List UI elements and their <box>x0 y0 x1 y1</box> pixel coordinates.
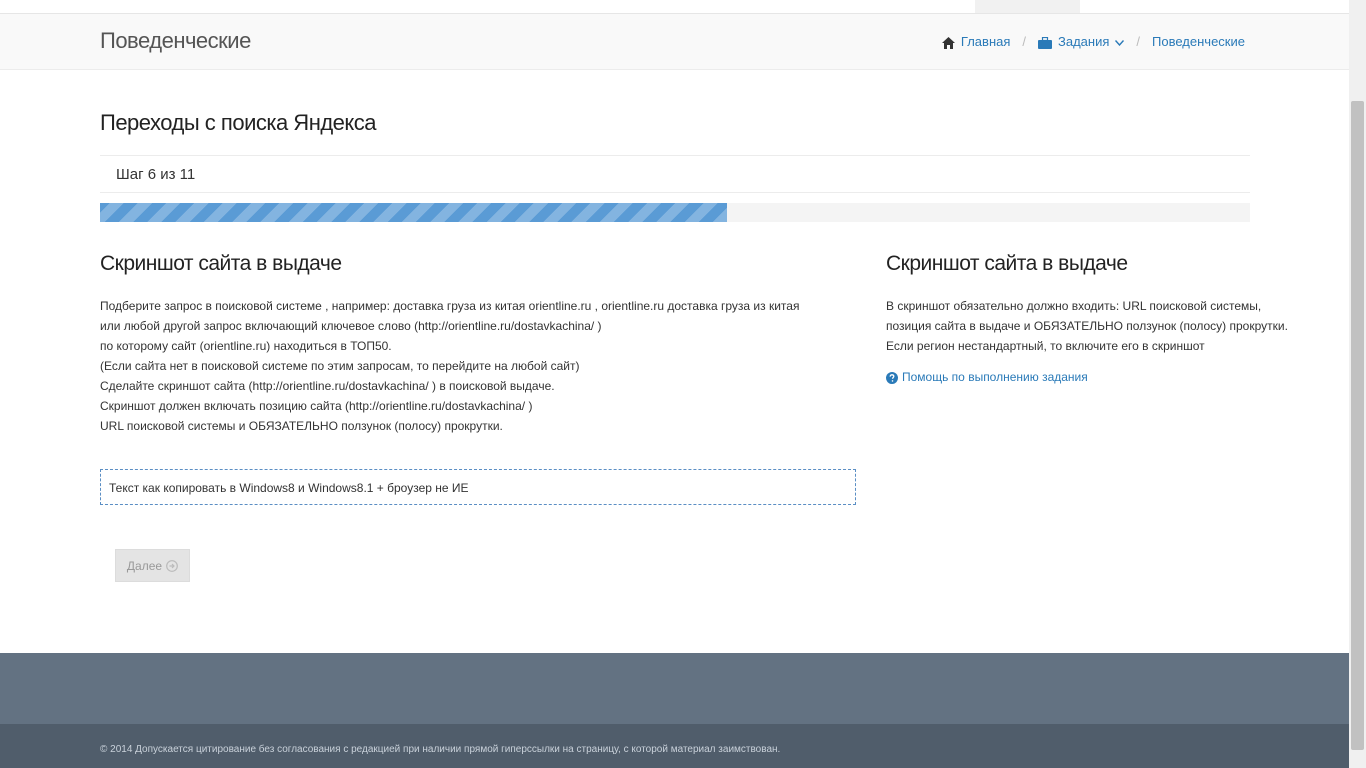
requirement-line: Если регион нестандартный, то включите е… <box>886 339 1205 353</box>
breadcrumb-separator: / <box>1136 34 1141 49</box>
breadcrumb-tasks[interactable]: Задания <box>1058 34 1109 49</box>
page-title: Поведенческие <box>100 28 251 53</box>
task-title: Переходы с поиска Яндекса <box>100 110 377 135</box>
requirement-line: В скриншот обязательно должно входить: U… <box>886 299 1262 313</box>
step-label: Шаг 6 из 11 <box>116 166 196 183</box>
scrollbar-thumb[interactable] <box>1351 101 1364 750</box>
footer-top <box>0 653 1349 724</box>
instruction-line: по которому сайт (orientline.ru) находит… <box>100 339 392 353</box>
instruction-line: (Если сайта нет в поисковой системе по э… <box>100 359 580 373</box>
requirements-text: В скриншот обязательно должно входить: U… <box>886 296 1288 356</box>
page-header: Поведенческие Главная / Задания / Поведе… <box>0 14 1349 70</box>
instruction-line: Сделайте скриншот сайта (http://orientli… <box>100 379 555 393</box>
help-link-label[interactable]: Помощь по выполнению задания <box>902 370 1088 384</box>
footer-bottom: © 2014 Допускается цитирование без согла… <box>0 724 1349 768</box>
instruction-line: Подберите запрос в поисковой системе , н… <box>100 299 800 313</box>
question-circle-icon <box>886 370 898 384</box>
briefcase-icon <box>1038 34 1053 49</box>
instruction-line: Скриншот должен включать позицию сайта (… <box>100 399 533 413</box>
instructions-heading: Скриншот сайта в выдаче <box>100 252 342 275</box>
step-row: Шаг 6 из 11 <box>100 155 1250 193</box>
breadcrumb: Главная / Задания / Поведенческие <box>941 34 1245 49</box>
next-button-label: Далее <box>126 558 163 573</box>
copy-instructions-box[interactable]: Текст как копировать в Windows8 и Window… <box>100 469 856 505</box>
home-icon <box>941 34 955 49</box>
requirements-heading: Скриншот сайта в выдаче <box>886 252 1128 275</box>
breadcrumb-home[interactable]: Главная <box>961 34 1010 49</box>
requirements-column: Скриншот сайта в выдаче В скриншот обяза… <box>886 252 1288 384</box>
breadcrumb-current[interactable]: Поведенческие <box>1152 34 1245 49</box>
next-button[interactable]: Далее <box>115 549 190 582</box>
top-bar-tab[interactable] <box>975 0 1080 13</box>
instructions-text: Подберите запрос в поисковой системе , н… <box>100 296 860 436</box>
progress-bar-fill <box>100 203 727 222</box>
breadcrumb-separator: / <box>1022 34 1027 49</box>
copy-instructions-text: Текст как копировать в Windows8 и Window… <box>109 481 469 495</box>
arrow-circle-right-icon <box>166 559 178 573</box>
instructions-column: Скриншот сайта в выдаче Подберите запрос… <box>100 252 860 436</box>
instruction-line: URL поисковой системы и ОБЯЗАТЕЛЬНО полз… <box>100 419 503 433</box>
footer-copyright: © 2014 Допускается цитирование без согла… <box>100 744 781 755</box>
help-link[interactable]: Помощь по выполнению задания <box>886 370 1266 384</box>
requirement-line: позиция сайта в выдаче и ОБЯЗАТЕЛЬНО пол… <box>886 319 1288 333</box>
progress-bar <box>100 203 1250 222</box>
chevron-down-icon[interactable] <box>1115 34 1125 49</box>
top-bar <box>0 0 1349 14</box>
instruction-line: или любой другой запрос включающий ключе… <box>100 319 602 333</box>
